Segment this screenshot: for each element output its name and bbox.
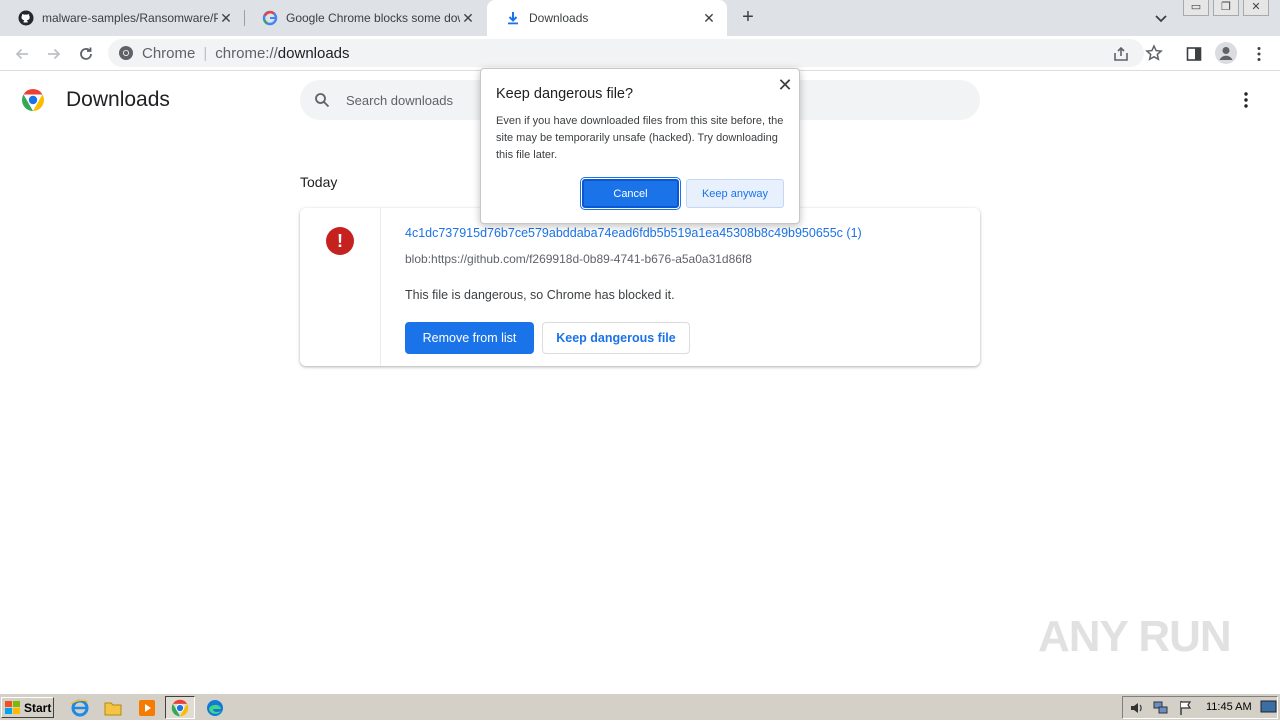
share-icon[interactable] [1112, 45, 1130, 63]
new-tab-button[interactable]: + [737, 6, 759, 28]
file-status-text: This file is dangerous, so Chrome has bl… [405, 288, 675, 302]
search-icon [315, 93, 330, 108]
card-divider [380, 208, 381, 366]
network-icon[interactable] [1153, 700, 1169, 716]
start-label: Start [24, 700, 52, 715]
close-icon[interactable]: ✕ [218, 10, 234, 26]
reload-button[interactable] [74, 42, 98, 66]
reload-icon [80, 47, 92, 60]
volume-icon[interactable] [1129, 700, 1145, 716]
github-icon [18, 10, 34, 26]
chrome-icon [171, 699, 189, 717]
close-icon[interactable]: ✕ [701, 10, 717, 26]
chrome-logo-icon [22, 89, 44, 111]
tab-strip: malware-samples/Ransomware/Petya ✕ Googl… [0, 0, 1280, 36]
tab-google[interactable]: Google Chrome blocks some downloads ✕ [244, 0, 486, 36]
window-controls: ▭ ❐ ✕ [1183, 0, 1280, 18]
system-tray [1122, 696, 1278, 719]
start-button[interactable]: Start [1, 697, 54, 718]
taskbar: Start 11:45 AM [0, 693, 1280, 720]
keep-dangerous-file-button[interactable]: Keep dangerous file [542, 322, 690, 354]
forward-button[interactable] [42, 42, 66, 66]
omnibox-divider: | [203, 44, 208, 62]
file-source-url: blob:https://github.com/f269918d-0b89-47… [405, 252, 752, 266]
tab-title: Google Chrome blocks some downloads [286, 11, 460, 25]
edge-icon [207, 700, 223, 716]
chrome-taskbar-button[interactable] [165, 696, 195, 719]
url-host: downloads [277, 44, 350, 62]
show-desktop-icon[interactable] [1260, 699, 1277, 715]
close-icon[interactable]: ✕ [460, 10, 476, 26]
google-icon [262, 10, 278, 26]
explorer-taskbar-button[interactable] [103, 698, 123, 718]
dialog-message: Even if you have downloaded files from t… [496, 115, 784, 161]
dialog-close-icon[interactable]: ✕ [775, 75, 795, 95]
page-title: Downloads [66, 88, 170, 111]
taskbar-clock: 11:45 AM [1206, 701, 1252, 713]
tab-github[interactable]: malware-samples/Ransomware/Petya ✕ [0, 0, 244, 36]
tab-title: malware-samples/Ransomware/Petya [42, 11, 218, 25]
chevron-down-icon[interactable] [1151, 8, 1171, 28]
window-close-button[interactable]: ✕ [1243, 0, 1269, 16]
media-player-taskbar-button[interactable] [137, 698, 157, 718]
browser-toolbar: Chrome | chrome://downloads [0, 36, 1280, 71]
kebab-menu-icon[interactable] [1250, 45, 1268, 63]
address-bar[interactable]: Chrome | chrome://downloads [108, 39, 1144, 67]
more-actions-icon[interactable] [1236, 90, 1256, 110]
date-section-heading: Today [300, 174, 338, 190]
anyrun-watermark: ANY RUN [1038, 612, 1232, 661]
edge-taskbar-button[interactable] [205, 698, 225, 718]
site-label: Chrome [142, 44, 196, 62]
dialog-title: Keep dangerous file? [496, 86, 634, 102]
action-center-flag-icon[interactable] [1178, 700, 1194, 716]
minimize-button[interactable]: ▭ [1183, 0, 1209, 16]
ie-taskbar-button[interactable] [70, 698, 90, 718]
dialog-keep-anyway-button[interactable]: Keep anyway [686, 179, 784, 208]
arrow-right-icon [48, 48, 61, 60]
restore-button[interactable]: ❐ [1213, 0, 1239, 16]
url-text: chrome://downloads [215, 45, 349, 62]
folder-icon [104, 702, 122, 716]
arrow-left-icon [15, 48, 28, 60]
url-scheme: chrome:// [215, 44, 278, 62]
star-icon[interactable] [1145, 44, 1163, 62]
remove-from-list-button[interactable]: Remove from list [405, 322, 534, 354]
side-panel-icon[interactable] [1185, 45, 1203, 63]
dialog-cancel-button[interactable]: Cancel [580, 177, 681, 210]
profile-icon[interactable] [1214, 41, 1238, 65]
download-icon [508, 12, 518, 25]
windows-logo-icon [5, 700, 20, 714]
file-name-link[interactable]: 4c1dc737915d76b7ce579abddaba74ead6fdb5b5… [405, 226, 862, 240]
tab-title: Downloads [529, 11, 589, 25]
tab-downloads[interactable]: Downloads ✕ [487, 0, 727, 36]
internet-explorer-icon [70, 699, 89, 717]
back-button[interactable] [10, 42, 34, 66]
download-item-card: ! 4c1dc737915d76b7ce579abddaba74ead6fdb5… [300, 208, 980, 366]
media-player-icon [139, 700, 155, 716]
danger-icon: ! [326, 227, 354, 255]
chrome-icon [119, 46, 133, 60]
